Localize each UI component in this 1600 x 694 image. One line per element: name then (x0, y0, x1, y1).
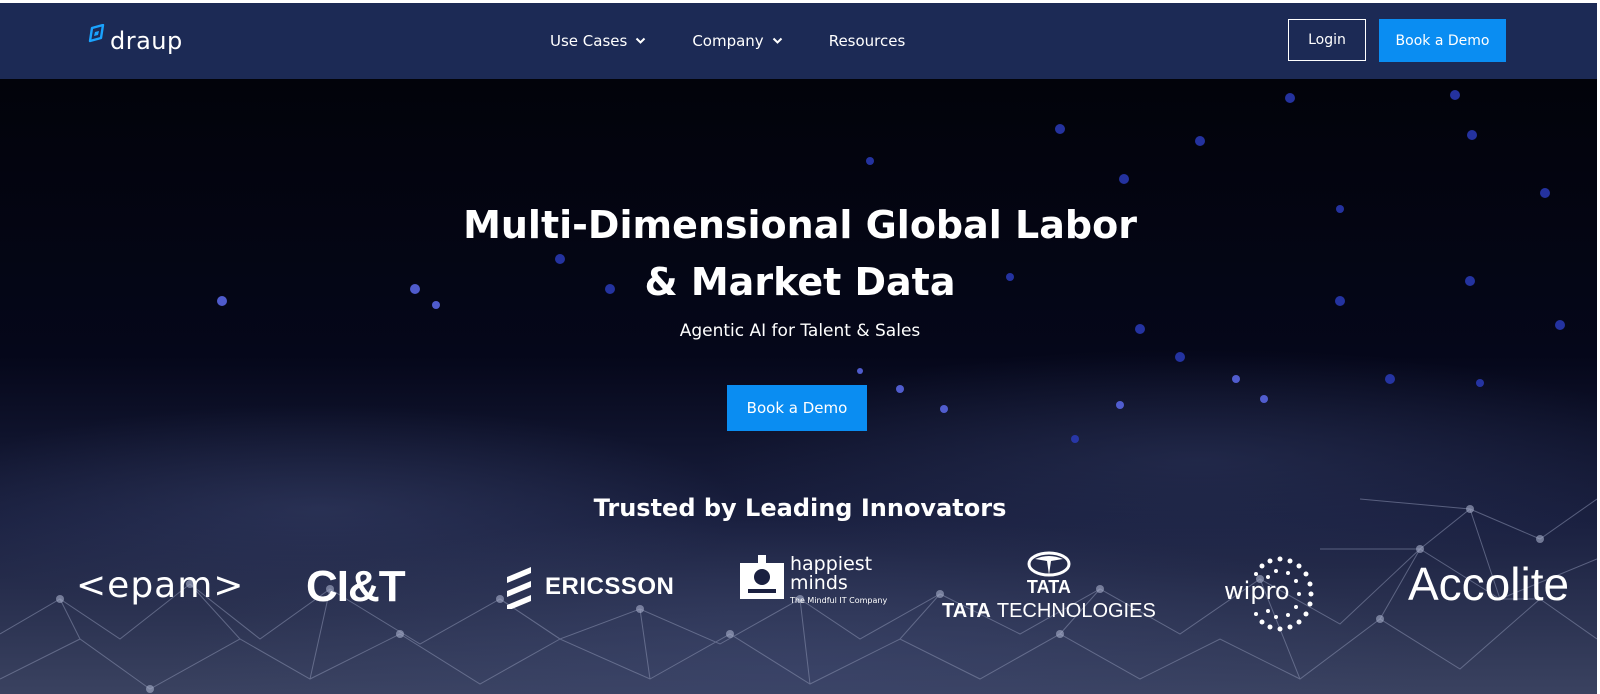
tata-mark-icon (1027, 551, 1071, 577)
ericsson-logo: ERICSSON (503, 565, 674, 609)
main-menu: Use Cases Company Resources (550, 3, 951, 79)
accolite-logo: Accolite (1408, 558, 1570, 610)
tata-technologies-wordmark: TATA TECHNOLOGIES (942, 600, 1156, 623)
book-demo-hero-button[interactable]: Book a Demo (727, 385, 867, 431)
book-demo-nav-button[interactable]: Book a Demo (1379, 19, 1506, 62)
draup-logo[interactable]: draup (88, 23, 183, 59)
technologies-text: TECHNOLOGIES (996, 600, 1156, 622)
hero-title-line2: & Market Data (644, 260, 956, 304)
chevron-down-icon (636, 37, 646, 44)
hero-section: Multi-Dimensional Global Labor & Market … (0, 79, 1597, 694)
ciandt-logo: CI&T (306, 562, 406, 611)
menu-company-label: Company (692, 32, 764, 50)
draup-logo-icon (88, 24, 105, 43)
login-button[interactable]: Login (1288, 19, 1366, 61)
menu-use-cases[interactable]: Use Cases (550, 32, 646, 50)
ericsson-mark-icon (507, 567, 531, 609)
menu-resources[interactable]: Resources (829, 32, 906, 50)
hero-subtitle: Agentic AI for Talent & Sales (679, 321, 921, 341)
minds-text: minds (790, 572, 848, 594)
menu-resources-label: Resources (828, 32, 906, 50)
chevron-down-icon (772, 37, 782, 44)
page: draup Use Cases Company Resources Login … (0, 3, 1597, 694)
epam-logo: <epam> (76, 565, 245, 606)
wipro-logo: wipro (1222, 553, 1322, 635)
tata-prefix: TATA (942, 600, 991, 622)
wipro-wordmark: wipro (1224, 577, 1290, 605)
menu-use-cases-label: Use Cases (550, 32, 628, 50)
menu-company[interactable]: Company (692, 32, 782, 50)
tata-technologies-logo: TATA TATA TECHNOLOGIES (942, 551, 1156, 623)
trusted-heading: Trusted by Leading Innovators (593, 494, 1007, 522)
ericsson-wordmark: ERICSSON (545, 573, 675, 600)
hero-title-line1: Multi-Dimensional Global Labor (463, 203, 1137, 247)
logo-text: draup (110, 27, 183, 55)
happiest-minds-mark-icon (740, 555, 784, 599)
top-navbar: draup Use Cases Company Resources Login … (0, 3, 1597, 79)
happiest-minds-logo: happiest minds The Mindful IT Company (738, 555, 887, 605)
happiest-minds-tagline: The Mindful IT Company (790, 596, 888, 605)
hero-title: Multi-Dimensional Global Labor & Market … (440, 197, 1160, 311)
tata-wordmark: TATA (1026, 577, 1071, 597)
